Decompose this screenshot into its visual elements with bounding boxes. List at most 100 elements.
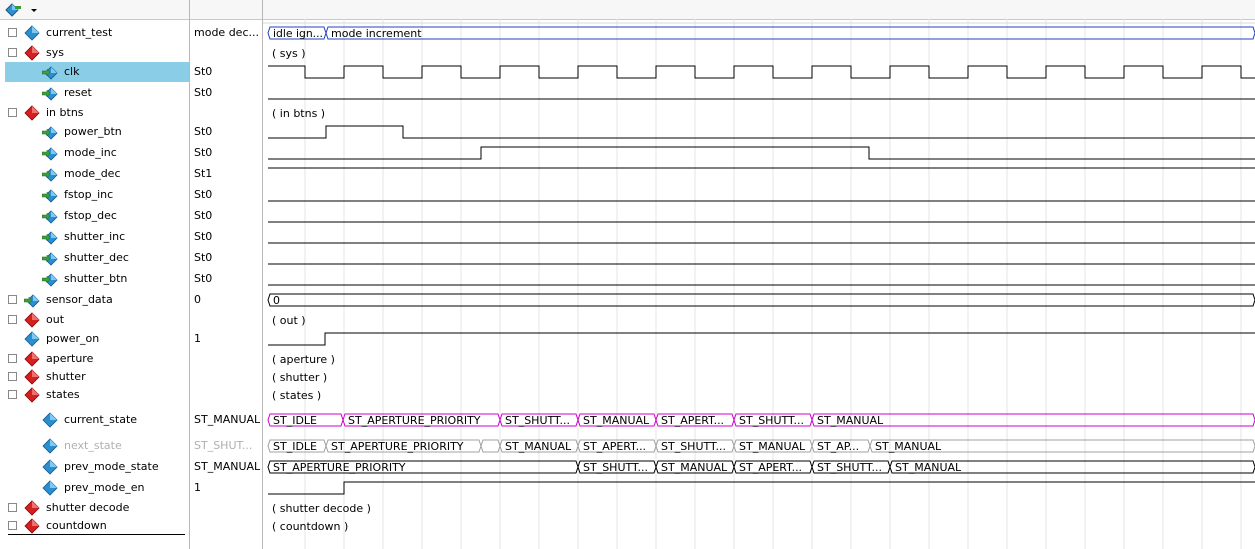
- signal-row-aperture[interactable]: aperture: [0, 350, 262, 368]
- signal-row-next-state[interactable]: next_state ST_SHUT...: [0, 436, 262, 456]
- group-icon: [24, 351, 40, 367]
- group-icon: [24, 105, 40, 121]
- input-signal-icon: [41, 85, 58, 101]
- expand-icon[interactable]: [8, 295, 17, 304]
- input-signal-icon: [41, 229, 58, 245]
- signal-label: countdown: [46, 519, 107, 532]
- wave-group-label-countdown: ( countdown ): [272, 520, 348, 533]
- wave-clk: [268, 65, 1255, 79]
- wave-segment-label: ST_SHUTT...: [817, 461, 882, 474]
- wave-segment-label: ST_APERT...: [583, 440, 646, 453]
- signal-icon: [42, 459, 58, 475]
- collapse-icon[interactable]: [8, 390, 17, 399]
- signal-row-fstop-inc[interactable]: fstop_inc St0: [0, 185, 262, 205]
- wave-segment-label: ST_AP...: [817, 440, 859, 453]
- signal-icon: [42, 412, 58, 428]
- signal-icon: [42, 480, 58, 496]
- wave-power-btn: [268, 125, 1255, 139]
- waveform-area[interactable]: idle ign... mode increment ( sys ) ( in btn…: [263, 19, 1255, 549]
- signal-row-prev-mode-en[interactable]: prev_mode_en 1: [0, 478, 262, 498]
- group-icon: [24, 500, 40, 516]
- signal-label: shutter: [46, 370, 86, 383]
- signal-row-current-test[interactable]: current_test mode dec...: [0, 23, 262, 43]
- signal-row-in-btns[interactable]: in btns: [0, 103, 262, 123]
- signal-row-shutter-dec[interactable]: shutter_dec St0: [0, 248, 262, 268]
- signal-row-shutter[interactable]: shutter: [0, 368, 262, 386]
- expand-icon[interactable]: [8, 372, 17, 381]
- signal-value: ST_SHUT...: [194, 439, 253, 452]
- signal-row-out[interactable]: out: [0, 310, 262, 330]
- signal-row-sensor-data[interactable]: sensor_data 0: [0, 290, 262, 310]
- signal-value: St0: [194, 86, 213, 99]
- signal-label: reset: [64, 86, 92, 99]
- signal-row-fstop-dec[interactable]: fstop_dec St0: [0, 206, 262, 226]
- wave-segment-sensor-data: [267, 293, 1255, 307]
- wave-prev-mode-en: [268, 481, 1255, 495]
- signal-label: prev_mode_state: [64, 460, 159, 473]
- signal-value: St0: [194, 251, 213, 264]
- group-icon: [24, 369, 40, 385]
- wave-segment-label: ST_MANUAL: [817, 414, 884, 427]
- signal-row-current-state[interactable]: current_state ST_MANUAL: [0, 408, 262, 432]
- signal-row-shutter-btn[interactable]: shutter_btn St0: [0, 269, 262, 289]
- signal-row-sys[interactable]: sys: [0, 43, 262, 63]
- expand-icon[interactable]: [8, 521, 17, 530]
- expand-icon[interactable]: [8, 354, 17, 363]
- wave-segment-label: ST_MANUAL: [661, 461, 728, 474]
- signal-row-mode-dec[interactable]: mode_dec St1: [0, 164, 262, 184]
- wave-segment-label: ST_IDLE: [273, 414, 317, 427]
- signal-label: prev_mode_en: [64, 481, 145, 494]
- input-signal-icon: [41, 271, 58, 287]
- wave-segment-label: mode increment: [331, 27, 422, 40]
- group-icon: [24, 312, 40, 328]
- signal-value: St0: [194, 230, 213, 243]
- expand-icon[interactable]: [8, 315, 17, 324]
- signal-label: shutter_dec: [64, 251, 129, 264]
- signal-row-power-on[interactable]: power_on 1: [0, 329, 262, 349]
- signal-value: ST_MANUAL: [194, 460, 261, 473]
- wave-segment-label: ST_MANUAL: [895, 461, 962, 474]
- signal-label: states: [46, 388, 80, 401]
- signal-label: mode_dec: [64, 167, 121, 180]
- signal-name-cell[interactable]: [5, 83, 189, 103]
- wave-segment-label: 0: [273, 294, 280, 307]
- signal-name-cell[interactable]: [5, 62, 189, 82]
- wave-segment-label: ST_SHUTT...: [583, 461, 648, 474]
- wave-segment-label: ST_MANUAL: [875, 440, 942, 453]
- signal-value: St0: [194, 65, 213, 78]
- wave-group-label-out: ( out ): [272, 314, 306, 327]
- group-icon: [24, 518, 40, 534]
- input-signal-icon: [41, 145, 58, 161]
- wave-group-label-shutter-decode: ( shutter decode ): [272, 502, 371, 515]
- collapse-icon[interactable]: [8, 108, 17, 117]
- signal-label: next_state: [64, 439, 122, 452]
- signal-list-bottom-border: [8, 534, 185, 535]
- expand-icon[interactable]: [8, 28, 17, 37]
- signal-value: 1: [194, 481, 201, 494]
- wave-segment-current-test: [325, 26, 1255, 40]
- signal-value: 0: [194, 293, 201, 306]
- signal-row-states[interactable]: states: [0, 386, 262, 404]
- signal-label: sensor_data: [46, 293, 113, 306]
- collapse-icon[interactable]: [8, 48, 17, 57]
- signal-value: St0: [194, 209, 213, 222]
- wave-mode-inc: [268, 146, 1255, 160]
- signal-row-mode-inc[interactable]: mode_inc St0: [0, 143, 262, 163]
- expand-icon[interactable]: [8, 503, 17, 512]
- signal-row-countdown[interactable]: countdown: [0, 517, 262, 535]
- signal-row-clk[interactable]: clk St0: [0, 62, 262, 82]
- signal-label: out: [46, 313, 65, 326]
- signal-icon: [24, 331, 40, 347]
- signal-row-power-btn[interactable]: power_btn St0: [0, 122, 262, 142]
- signal-row-shutter-decode[interactable]: shutter decode: [0, 498, 262, 518]
- signal-row-shutter-inc[interactable]: shutter_inc St0: [0, 227, 262, 247]
- signal-row-prev-mode-state[interactable]: prev_mode_state ST_MANUAL: [0, 457, 262, 477]
- input-signal-icon: [41, 250, 58, 266]
- signal-row-reset[interactable]: reset St0: [0, 83, 262, 103]
- signal-label: fstop_inc: [64, 188, 114, 201]
- signal-value: St0: [194, 272, 213, 285]
- signal-value: St0: [194, 125, 213, 138]
- wave-segment-label: ST_APERTURE_PRIORITY: [331, 440, 464, 453]
- wave-segment-label: ST_APERTURE_PRIORITY: [348, 414, 481, 427]
- signal-add-icon[interactable]: [4, 2, 38, 17]
